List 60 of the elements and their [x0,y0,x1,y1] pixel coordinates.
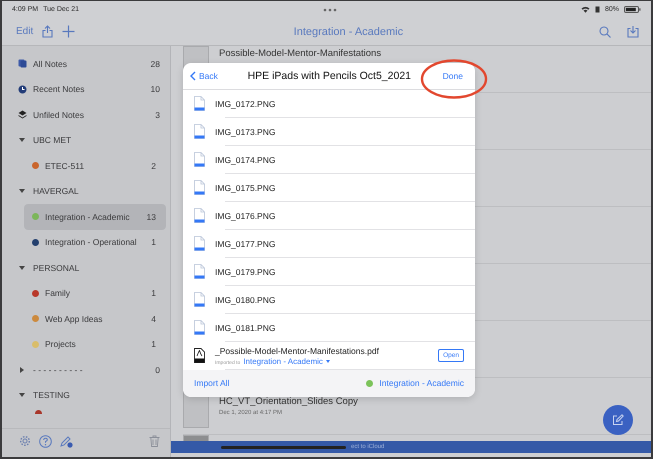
image-file-icon [194,208,205,224]
back-button[interactable]: Back [190,70,218,81]
compose-button[interactable] [603,405,633,435]
folder-group[interactable]: HAVERGAL [2,178,170,204]
pdf-file-icon [194,348,205,364]
file-item[interactable]: IMG_0173.PNG [183,118,475,146]
folder-link[interactable]: Integration - Academic [243,356,340,366]
file-item[interactable]: IMG_0176.PNG [183,202,475,230]
note-title[interactable]: HC_VT_Orientation_Slides Copy [219,396,358,407]
file-item[interactable]: IMG_0172.PNG [183,90,475,118]
folder-group[interactable]: TESTING [2,382,170,408]
file-name: _Possible-Model-Mentor-Manifestations.pdf [215,346,380,356]
nav-title: Integration - Academic [294,26,404,38]
folder-item[interactable]: ETEC-511 2 [24,153,166,178]
file-item[interactable]: IMG_0177.PNG [183,230,475,258]
plus-icon[interactable] [62,25,76,38]
dropdown-caret-icon [326,360,330,363]
image-file-icon [194,96,205,112]
folder-item[interactable]: Integration - Operational 1 [24,230,166,255]
share-icon[interactable] [42,25,54,38]
settings-icon[interactable] [19,435,31,447]
help-icon[interactable] [39,434,52,448]
sidebar-item[interactable]: Unfiled Notes 3 [2,102,170,128]
sidebar-item[interactable]: Recent Notes 10 [2,76,170,102]
image-file-icon [194,236,205,252]
file-item[interactable]: IMG_0180.PNG [183,286,475,314]
file-item[interactable]: IMG_0174.PNG [183,146,475,174]
multitasking-dots-icon[interactable] [323,8,337,12]
file-item[interactable]: IMG_0181.PNG [183,314,475,342]
battery-icon [624,6,641,13]
wifi-icon [580,6,590,13]
download-tray-icon[interactable] [627,25,639,38]
folder-item[interactable]: Projects 1 [24,332,166,357]
image-file-icon [194,292,205,308]
folder-item[interactable]: Integration - Academic 13 [24,204,166,230]
image-file-icon [194,152,205,168]
file-item[interactable]: IMG_0179.PNG [183,258,475,286]
image-file-icon [194,124,205,140]
compose-icon [612,414,624,426]
folder-group[interactable]: - - - - - - - - - - 0 [2,357,170,382]
image-file-icon [194,180,205,196]
note-title[interactable]: Possible-Model-Mentor-Manifestations [219,48,382,59]
chevron-left-icon [190,70,196,81]
folder-group[interactable]: PERSONAL [2,255,170,280]
sim-icon [594,6,600,13]
folder-item[interactable]: Web App Ideas 4 [24,306,166,332]
pencil-gear-icon[interactable] [60,434,73,448]
folder-group[interactable]: UBC MET [2,128,170,153]
trash-icon[interactable] [149,435,160,447]
file-item[interactable]: IMG_0175.PNG [183,174,475,202]
done-button[interactable]: Done [440,70,465,81]
sidebar-item[interactable]: All Notes 28 [2,51,170,76]
import-all-button[interactable]: Import All [194,378,230,388]
folder-item[interactable]: Family 1 [24,280,166,306]
highlight-circle [420,58,488,100]
destination-folder-button[interactable]: Integration - Academic [366,378,464,388]
search-icon[interactable] [599,26,611,38]
image-file-icon [194,264,205,280]
image-file-icon [194,320,205,336]
sheet-title: HPE iPads with Pencils Oct5_2021 [246,70,412,82]
